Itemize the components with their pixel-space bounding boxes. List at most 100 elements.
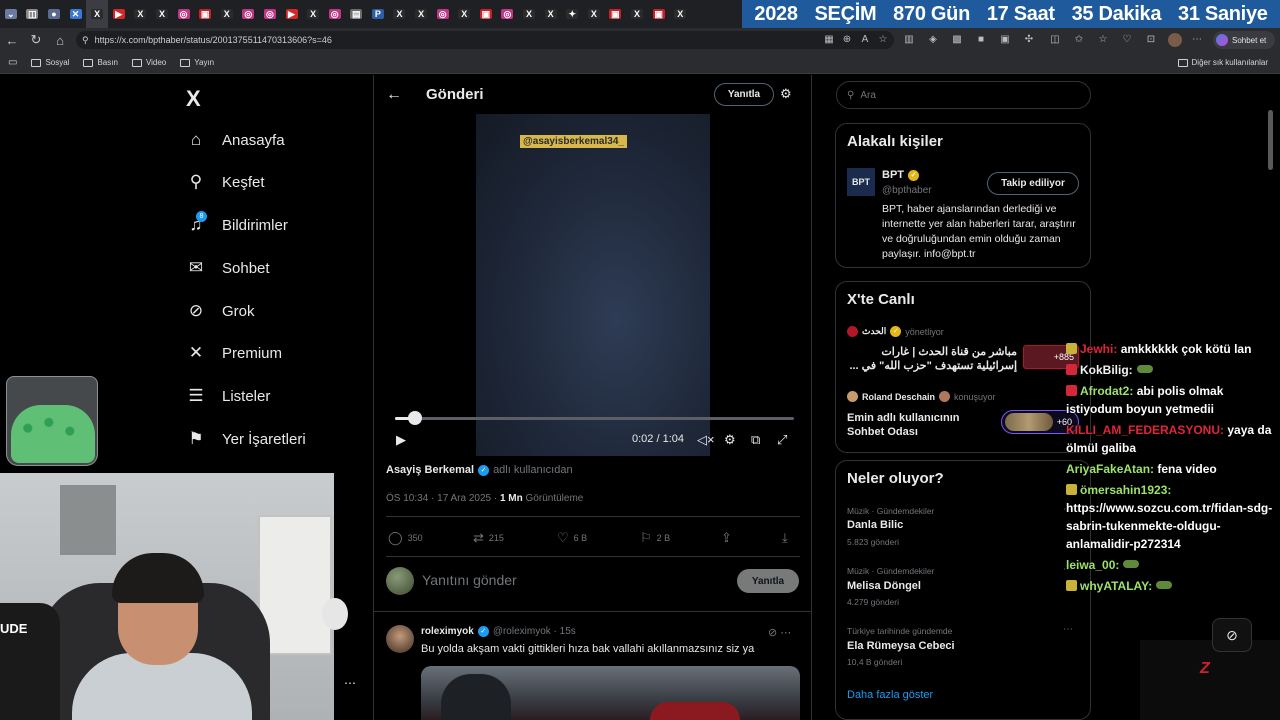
extension-icon[interactable]: ▥ — [902, 33, 916, 47]
browser-tab[interactable]: X — [626, 0, 648, 28]
header-reply-button[interactable]: Yanıtla — [714, 83, 774, 106]
browser-tab[interactable]: ▣ — [475, 0, 497, 28]
settings-gear-icon[interactable]: ⚙ — [724, 432, 736, 448]
collections-icon[interactable]: ☆ — [1096, 33, 1110, 47]
fullscreen-icon[interactable]: ⤢ — [777, 432, 787, 448]
browser-tab[interactable]: X — [130, 0, 152, 28]
video-progress-track[interactable] — [395, 417, 794, 420]
star-icon[interactable]: ☆ — [876, 33, 890, 47]
browser-tab[interactable]: X — [302, 0, 324, 28]
nav-messages[interactable]: ✉ Sohbet — [186, 253, 270, 283]
bookmark-folder-yayin[interactable]: Yayın — [180, 58, 214, 67]
post-timestamp[interactable]: ÖS 10:34 · 17 Ara 2025 · — [386, 493, 497, 504]
avatar[interactable] — [386, 625, 414, 653]
browser-tab[interactable]: X — [669, 0, 691, 28]
browser-tab[interactable]: X — [389, 0, 411, 28]
browser-tab[interactable]: ✕ — [65, 0, 87, 28]
live2-text[interactable]: Emin adlı kullanıcının Sohbet Odası — [847, 411, 987, 439]
heart-pulse-icon[interactable]: ♡ — [1120, 33, 1134, 47]
browser-tab[interactable]: ◎ — [238, 0, 260, 28]
share-action[interactable]: ⇪ — [721, 530, 732, 546]
grok-floating-icon[interactable]: ⊘ — [1212, 618, 1252, 652]
more-menu-icon[interactable]: ⋯ — [1190, 33, 1204, 47]
browser-tab[interactable]: ▣ — [648, 0, 670, 28]
trend-name[interactable]: Melisa Döngel — [847, 580, 921, 592]
split-view-icon[interactable]: ◫ — [1048, 33, 1062, 47]
repost-action[interactable]: ⇄ 215 — [473, 530, 504, 546]
reply-tweet-menu[interactable]: ⊘ ⋯ — [768, 626, 791, 639]
video-progress-thumb[interactable] — [407, 411, 422, 425]
browser-tab[interactable]: ▣ — [194, 0, 216, 28]
download-action[interactable]: ⤓ — [782, 530, 788, 546]
pip-icon[interactable]: ⧉ — [751, 432, 760, 448]
puzzle-icon[interactable]: ✣ — [1022, 33, 1036, 47]
home-browser-icon[interactable]: ⌂ — [48, 28, 72, 52]
like-action[interactable]: ♡ 6 B — [557, 530, 587, 546]
reply-input[interactable]: Yanıtını gönder — [422, 572, 517, 588]
site-info-icon[interactable]: ⚲ — [82, 35, 89, 46]
page-scrollbar[interactable] — [1268, 110, 1273, 170]
browser-tab[interactable]: ◎ — [497, 0, 519, 28]
copilot-chat-button[interactable]: Sohbet et — [1213, 31, 1275, 49]
bookmark-folder-video[interactable]: Video — [131, 58, 166, 67]
browser-tab[interactable]: ● — [43, 0, 65, 28]
screenshot-icon[interactable]: ⊡ — [1144, 33, 1158, 47]
more-icon[interactable]: ⋯ — [780, 627, 791, 639]
browser-tab[interactable]: ◎ — [432, 0, 454, 28]
extension-icon-2[interactable]: ◈ — [926, 33, 940, 47]
browser-tab[interactable]: X — [86, 0, 108, 28]
browser-tab[interactable]: X — [518, 0, 540, 28]
translate-icon[interactable]: A — [858, 33, 872, 47]
more-icon[interactable]: ⋯ — [344, 676, 356, 690]
nav-premium[interactable]: ✕ Premium — [186, 338, 282, 368]
bookmark-folder-basin[interactable]: Basın — [83, 58, 118, 67]
nav-home[interactable]: ⌂ Anasayfa — [186, 125, 285, 155]
browser-tab[interactable]: ◎ — [324, 0, 346, 28]
bookmark-folder-sosyal[interactable]: Sosyal — [31, 58, 69, 67]
other-bookmarks[interactable]: Diğer sık kullanılanlar — [1177, 58, 1268, 67]
browser-tab[interactable]: X — [583, 0, 605, 28]
play-icon[interactable]: ▶ — [396, 432, 406, 448]
reply-submit-button[interactable]: Yanıtla — [737, 569, 799, 593]
reply-tweet-name[interactable]: roleximyok — [421, 626, 474, 637]
back-arrow-icon[interactable]: ← — [386, 86, 402, 104]
extension-icon-4[interactable]: ■ — [974, 33, 988, 47]
extension-icon-5[interactable]: ▣ — [998, 33, 1012, 47]
browser-tab[interactable]: X — [151, 0, 173, 28]
search-input[interactable]: ⚲ Ara — [836, 81, 1091, 109]
browser-tab[interactable]: ◫ — [22, 0, 44, 28]
x-logo[interactable]: X — [186, 86, 201, 112]
trend-name[interactable]: Ela Rümeysa Cebeci — [847, 640, 955, 652]
browser-tab[interactable]: ▣ — [605, 0, 627, 28]
video-attribution[interactable]: Asayiş Berkemal ✓ adlı kullanıcıdan — [386, 464, 573, 476]
reload-icon[interactable]: ↻ — [24, 28, 48, 52]
bookmark-action[interactable]: ⚐ 2 B — [640, 530, 670, 546]
favorites-icon[interactable]: ✩ — [1072, 33, 1086, 47]
sliders-icon[interactable]: ⚙ — [780, 86, 792, 102]
back-arrow-icon[interactable]: ← — [0, 28, 24, 52]
tab-search-icon[interactable]: ▦ — [822, 33, 836, 47]
browser-tab[interactable]: X — [410, 0, 432, 28]
video-player[interactable] — [386, 114, 800, 456]
nav-grok[interactable]: ⊘ Grok — [186, 296, 255, 326]
browser-tab[interactable]: ⌄ — [0, 0, 22, 28]
browser-tab[interactable]: X — [453, 0, 475, 28]
browser-tab[interactable]: X — [216, 0, 238, 28]
nav-lists[interactable]: ☰ Listeler — [186, 381, 270, 411]
reply-action[interactable]: ◯ 350 — [388, 530, 423, 546]
grok-icon[interactable]: ⊘ — [768, 627, 777, 639]
avatar[interactable]: BPT — [847, 168, 875, 196]
reply-tweet-media[interactable] — [421, 666, 800, 720]
browser-tab[interactable]: ◎ — [173, 0, 195, 28]
trend-more-icon[interactable]: ⋯ — [1063, 624, 1073, 635]
address-bar[interactable]: ⚲ https://x.com/bpthaber/status/20013755… — [76, 31, 894, 49]
bpt-name[interactable]: BPT ✓ — [882, 169, 919, 181]
nav-bookmarks[interactable]: ⚑ Yer İşaretleri — [186, 424, 305, 454]
show-more-link[interactable]: Daha fazla göster — [847, 689, 933, 701]
attribution-name[interactable]: Asayiş Berkemal — [386, 464, 474, 476]
profile-avatar[interactable] — [1168, 33, 1182, 47]
browser-tab[interactable]: ▶ — [108, 0, 130, 28]
browser-tab[interactable]: ◎ — [259, 0, 281, 28]
nav-explore[interactable]: ⚲ Keşfet — [186, 167, 265, 197]
mute-icon[interactable]: ◁× — [697, 432, 715, 448]
